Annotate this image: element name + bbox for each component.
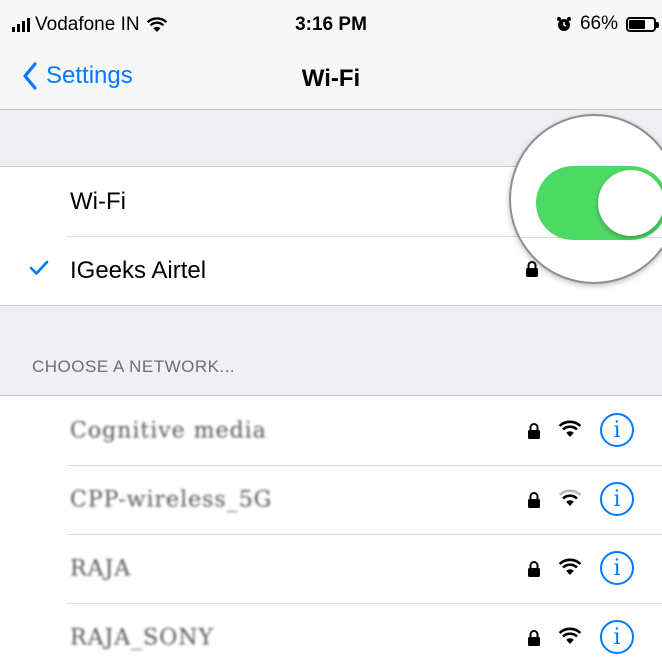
section-header: CHOOSE A NETWORK... (32, 357, 236, 376)
nav-bar: Settings Wi-Fi (0, 52, 662, 110)
info-button[interactable]: i (600, 551, 634, 585)
lock-icon (528, 492, 540, 508)
info-button[interactable]: i (600, 620, 634, 654)
network-row[interactable]: RAJA i (0, 534, 662, 603)
battery-fill (629, 19, 645, 29)
wifi-signal-icon (558, 420, 582, 437)
network-name: RAJA (70, 556, 132, 581)
network-row[interactable]: RAJA_SONY i (0, 603, 662, 668)
lock-icon (528, 630, 540, 646)
info-button[interactable]: i (600, 413, 634, 447)
checkmark-icon (29, 260, 49, 275)
network-name: Cognitive media (70, 418, 267, 443)
network-name: RAJA_SONY (70, 625, 215, 650)
toggle-knob (598, 170, 662, 236)
network-row[interactable]: CPP-wireless_5G i (0, 465, 662, 534)
status-right: 66% (556, 13, 659, 35)
page-title: Wi-Fi (301, 65, 361, 92)
status-bar: Vodafone IN 3:16 PM 66% (0, 0, 662, 52)
wifi-signal-icon (558, 627, 582, 644)
lock-icon (528, 561, 540, 577)
lock-icon (528, 423, 540, 439)
alarm-icon (556, 17, 571, 31)
wifi-toggle-label: Wi-Fi (70, 187, 126, 215)
network-row[interactable]: Cognitive media i (0, 396, 662, 465)
wifi-signal-icon (558, 489, 582, 506)
network-name: CPP-wireless_5G (70, 487, 273, 512)
network-list: Cognitive media i CPP-wireless_5G i RAJA (0, 395, 662, 668)
wifi-signal-icon (558, 558, 582, 575)
info-button[interactable]: i (600, 482, 634, 516)
connected-network-name: IGeeks Airtel (70, 256, 207, 284)
battery-percent: 66% (579, 13, 618, 34)
wifi-toggle-switch[interactable] (536, 166, 662, 240)
battery-icon (626, 16, 659, 32)
